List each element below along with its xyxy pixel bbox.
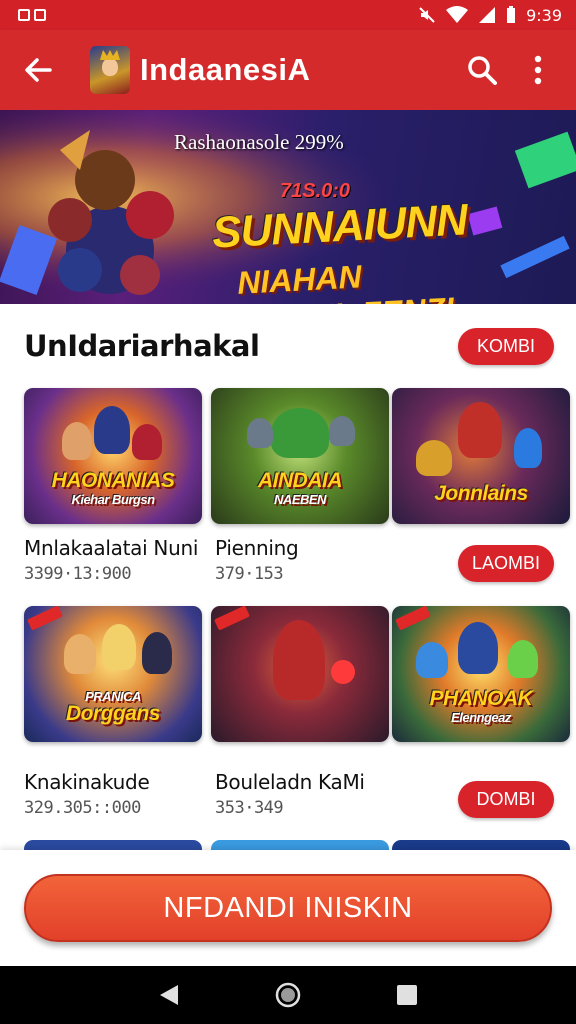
row-action-button[interactable]: DOMBI [458, 781, 554, 818]
app-title: IndaanesiA [140, 52, 311, 87]
primary-cta-button[interactable]: NFDANDI INISKIN [24, 874, 552, 942]
section-header: UnIdariarhakal KOMBI [24, 324, 554, 368]
status-notifications [18, 9, 46, 21]
mute-icon [419, 7, 435, 23]
wifi-icon [446, 6, 469, 23]
card-artwork: HAONANIAS Kiehar Burgsn [24, 388, 202, 524]
item-meta: 379·153 [215, 564, 284, 584]
item-title: Mnlakaalatai Nuni [24, 536, 199, 560]
system-nav-bar [0, 966, 576, 1024]
card-badge [27, 606, 63, 631]
back-button[interactable] [8, 40, 68, 100]
section-title: UnIdariarhakal [24, 329, 260, 363]
game-card[interactable]: Jonnlains [392, 388, 570, 524]
app-actions [454, 42, 566, 98]
bottom-action-bar: NFDANDI INISKIN [0, 850, 576, 966]
more-vert-icon [534, 55, 542, 85]
status-bar: 9:39 [0, 0, 576, 30]
notification-icon [34, 9, 46, 21]
card-artwork: PHANOAK Elenngeaz [392, 606, 570, 742]
nav-recents-button[interactable] [387, 975, 427, 1015]
game-card[interactable]: PRANICA Dorggans [24, 606, 202, 742]
item-meta: 3399·13:900 [24, 564, 132, 584]
notification-icon [18, 9, 30, 21]
signal-icon [479, 7, 496, 23]
game-card[interactable] [211, 606, 389, 742]
card-badge [395, 606, 431, 631]
game-card[interactable]: PHANOAK Elenngeaz [392, 606, 570, 742]
search-icon [468, 56, 497, 85]
nav-home-icon [275, 982, 301, 1008]
row-action-button[interactable]: LAOMBI [458, 545, 554, 582]
status-time: 9:39 [526, 5, 562, 25]
promo-banner[interactable]: Rashaonasole 299% 71S.0:0 SUNNAIUNN NIAH… [0, 110, 576, 304]
item-title: Knakinakude [24, 770, 150, 794]
item-title: Bouleladn KaMi [215, 770, 365, 794]
nav-back-icon [160, 985, 179, 1005]
nav-recents-icon [396, 985, 417, 1005]
card-artwork: AINDAIA NAEBEN [211, 388, 389, 524]
item-title: Pienning [215, 536, 299, 560]
card-title-art: Jonnlains [434, 482, 528, 505]
nav-back-button[interactable] [149, 975, 189, 1015]
banner-subtitle: Rashaonasole 299% [174, 130, 344, 154]
card-title-art: AINDAIA NAEBEN [258, 469, 343, 507]
nav-home-button[interactable] [268, 975, 308, 1015]
app-bar: IndaanesiA [0, 30, 576, 110]
status-system: 9:39 [418, 6, 562, 25]
game-card[interactable]: AINDAIA NAEBEN [211, 388, 389, 524]
banner-small-line: 71S.0:0 [280, 180, 351, 202]
item-meta: 353·349 [215, 798, 284, 818]
card-artwork: Jonnlains [392, 388, 570, 524]
card-title-art: PRANICA Dorggans [65, 689, 161, 725]
back-arrow-icon [25, 58, 52, 82]
card-title-art [211, 722, 389, 724]
battery-icon [507, 6, 516, 23]
card-artwork: PRANICA Dorggans [24, 606, 202, 742]
more-options-button[interactable] [510, 42, 566, 98]
content-list: UnIdariarhakal KOMBI HAONANIAS Kiehar Bur… [0, 304, 576, 852]
card-badge [214, 606, 250, 631]
section-action-button[interactable]: KOMBI [458, 327, 554, 365]
app-logo [90, 46, 130, 94]
item-meta: 329.305::000 [24, 798, 141, 818]
card-artwork [211, 606, 389, 742]
search-button[interactable] [454, 42, 510, 98]
game-card[interactable]: HAONANIAS Kiehar Burgsn [24, 388, 202, 524]
card-title-art: HAONANIAS Kiehar Burgsn [51, 469, 175, 507]
card-title-art: PHANOAK Elenngeaz [429, 687, 533, 725]
